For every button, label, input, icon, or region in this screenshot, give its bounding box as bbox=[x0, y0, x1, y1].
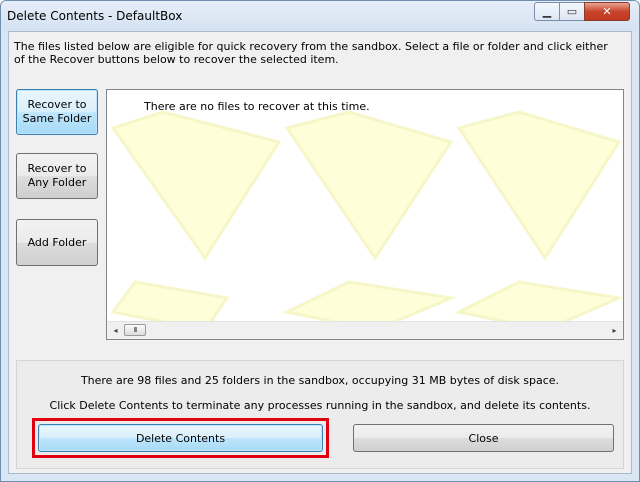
sandbox-stats-text: There are 98 files and 25 folders in the… bbox=[80, 374, 560, 387]
add-folder-button[interactable]: Add Folder bbox=[16, 219, 98, 266]
description-text: The files listed below are eligible for … bbox=[14, 40, 608, 66]
add-folder-label: Add Folder bbox=[27, 235, 87, 249]
summary-panel: There are 98 files and 25 folders in the… bbox=[16, 360, 624, 469]
close-button[interactable]: Close bbox=[353, 424, 614, 452]
close-label: Close bbox=[468, 431, 499, 445]
title-bar[interactable]: Delete Contents - DefaultBox ▁ ▭ ✕ bbox=[1, 1, 639, 31]
recover-same-label-2: Same Folder bbox=[22, 112, 92, 125]
minimize-icon: ▁ bbox=[542, 5, 552, 18]
scroll-right-button[interactable]: ▸ bbox=[606, 322, 623, 339]
maximize-button[interactable]: ▭ bbox=[559, 2, 585, 21]
delete-contents-button[interactable]: Delete Contents bbox=[38, 424, 323, 452]
recover-same-label-1: Recover to bbox=[27, 98, 87, 111]
scroll-left-button[interactable]: ◂ bbox=[107, 322, 124, 339]
close-window-button[interactable]: ✕ bbox=[584, 2, 630, 21]
close-icon: ✕ bbox=[602, 5, 612, 18]
recover-any-label-2: Any Folder bbox=[27, 176, 87, 189]
dialog-client-area: The files listed below are eligible for … bbox=[8, 31, 632, 474]
recover-any-label-1: Recover to bbox=[27, 162, 87, 175]
delete-instruction-text: Click Delete Contents to terminate any p… bbox=[49, 399, 591, 412]
window-title: Delete Contents - DefaultBox bbox=[7, 9, 183, 23]
scrollbar-thumb[interactable]: III bbox=[124, 324, 146, 336]
sandbox-watermark-icon bbox=[110, 110, 623, 323]
delete-contents-window: Delete Contents - DefaultBox ▁ ▭ ✕ The f… bbox=[0, 0, 640, 482]
horizontal-scrollbar[interactable]: ◂ III ▸ bbox=[107, 321, 623, 339]
empty-list-message: There are no files to recover at this ti… bbox=[144, 100, 370, 113]
recovery-file-list[interactable]: There are no files to recover at this ti… bbox=[106, 89, 624, 340]
maximize-icon: ▭ bbox=[566, 5, 578, 18]
scroll-left-icon: ◂ bbox=[113, 326, 118, 335]
recover-any-folder-button[interactable]: Recover to Any Folder bbox=[16, 153, 98, 199]
recover-same-folder-button[interactable]: Recover to Same Folder bbox=[16, 89, 98, 135]
delete-contents-label: Delete Contents bbox=[135, 431, 226, 445]
scroll-right-icon: ▸ bbox=[612, 326, 617, 335]
minimize-button[interactable]: ▁ bbox=[534, 2, 560, 21]
scroll-thumb-grip: III bbox=[133, 326, 137, 334]
